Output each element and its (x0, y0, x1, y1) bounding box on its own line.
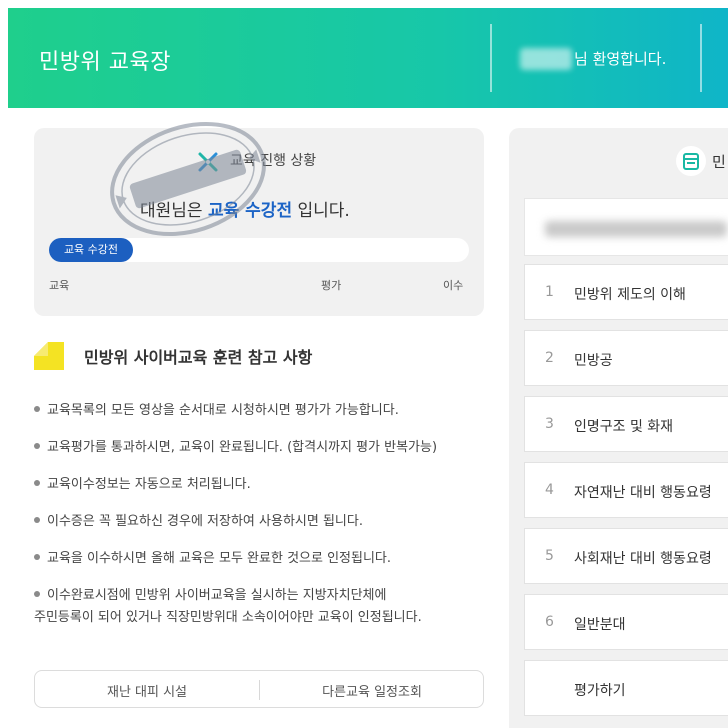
course-item[interactable]: 1 민방위 제도의 이해 (524, 264, 728, 320)
evaluate-button[interactable]: 평가하기 (524, 660, 728, 716)
blurred-user-name (520, 48, 572, 70)
note-item: 교육이수정보는 자동으로 처리됩니다. (34, 474, 484, 496)
note-item: 이수완료시점에 민방위 사이버교육을 실시하는 지방자치단체에 (34, 585, 484, 607)
bullet-icon (34, 442, 40, 449)
bullet-icon (34, 405, 40, 412)
header-banner: 민방위 교육장 님 환영합니다. (8, 8, 728, 108)
user-info-box (524, 198, 728, 256)
site-title[interactable]: 민방위 교육장 (39, 44, 171, 76)
course-item[interactable]: 5 사회재난 대비 행동요령 (524, 528, 728, 584)
course-number: 5 (545, 548, 554, 564)
notes-title: 민방위 사이버교육 훈련 참고 사항 (84, 348, 313, 367)
note-item: 이수증은 꼭 필요하신 경우에 저장하여 사용하시면 됩니다. (34, 511, 484, 533)
note-item: 교육목록의 모든 영상을 순서대로 시청하시면 평가가 가능합니다. (34, 400, 484, 422)
note-icon (34, 342, 64, 370)
header-divider (490, 24, 492, 92)
bullet-icon (34, 479, 40, 486)
course-number: 3 (545, 416, 554, 432)
course-item[interactable]: 2 민방공 (524, 330, 728, 386)
evaluate-label: 평가하기 (574, 683, 626, 699)
note-item: 교육을 이수하시면 올해 교육은 모두 완료한 것으로 인정됩니다. (34, 548, 484, 570)
note-item: 교육평가를 통과하시면, 교육이 완료됩니다. (합격시까지 평가 반복가능) (34, 437, 484, 459)
note-item-continued: 주민등록이 되어 있거나 직장민방위대 소속이어야만 교육이 인정됩니다. (34, 610, 422, 625)
welcome-text: 님 환영합니다. (574, 50, 667, 68)
step-education: 교육 (49, 279, 70, 292)
course-name: 민방공 (574, 353, 613, 369)
course-name: 일반분대 (574, 617, 626, 633)
course-number: 6 (545, 614, 554, 630)
course-name: 사회재난 대비 행동요령 (574, 551, 712, 567)
panel-icon-wrap (676, 146, 706, 176)
disaster-shelter-button[interactable]: 재난 대피 시설 (35, 681, 259, 700)
course-item[interactable]: 3 인명구조 및 화재 (524, 396, 728, 452)
progress-pill: 교육 수강전 (49, 238, 133, 262)
course-name: 인명구조 및 화재 (574, 419, 674, 435)
header-divider (700, 24, 702, 92)
course-item[interactable]: 4 자연재난 대비 행동요령 (524, 462, 728, 518)
course-number: 2 (545, 350, 554, 366)
step-completion: 이수 (443, 279, 464, 292)
panel-title: 민 (712, 153, 726, 171)
blurred-user-info (545, 221, 727, 237)
bullet-icon (34, 516, 40, 523)
list-icon (683, 153, 699, 170)
bottom-button-bar: 재난 대피 시설 다른교육 일정조회 (34, 670, 484, 708)
bullet-icon (34, 553, 40, 560)
course-number: 4 (545, 482, 554, 498)
course-item[interactable]: 6 일반분대 (524, 594, 728, 650)
course-name: 민방위 제도의 이해 (574, 287, 686, 303)
course-number: 1 (545, 284, 554, 300)
watermark-stamp (110, 121, 266, 237)
course-name: 자연재난 대비 행동요령 (574, 485, 712, 501)
step-evaluation: 평가 (321, 279, 342, 292)
other-schedule-button[interactable]: 다른교육 일정조회 (260, 681, 484, 700)
bullet-icon (34, 590, 40, 597)
